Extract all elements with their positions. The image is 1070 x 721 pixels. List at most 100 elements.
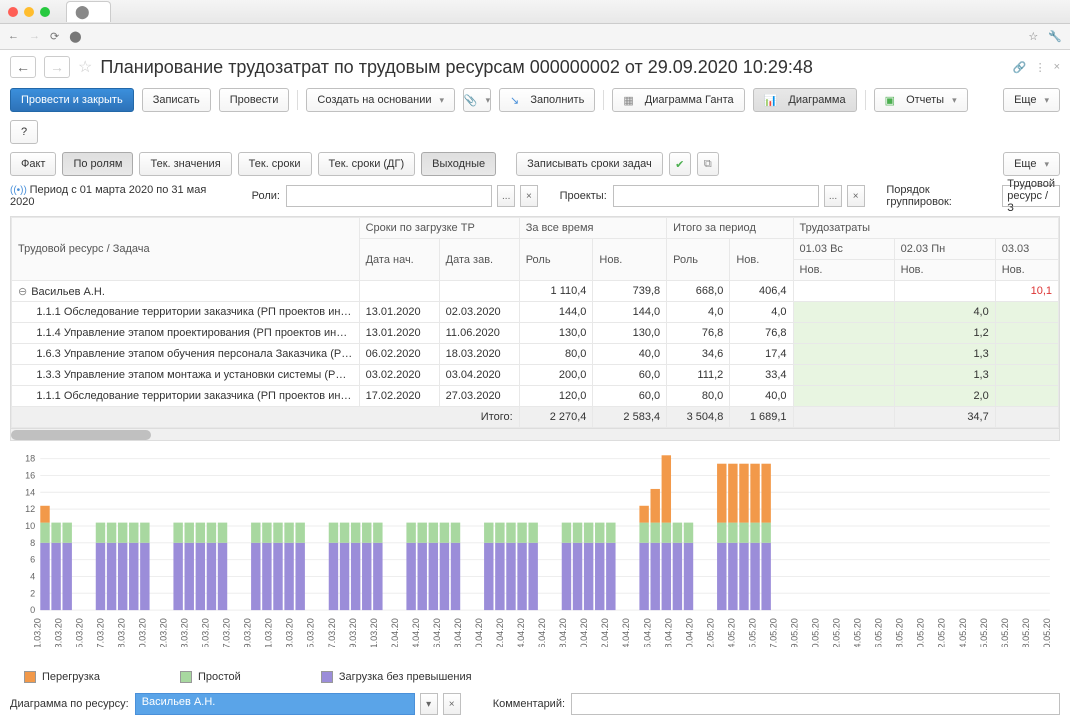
total-role-all: 2 270,4 — [519, 407, 593, 428]
table-row[interactable]: 1.1.1 Обследование территории заказчика … — [12, 386, 1059, 407]
nav-back-button[interactable]: ← — [10, 56, 36, 78]
total-row: Итого: 2 270,4 2 583,4 3 504,8 1 689,1 3… — [12, 407, 1059, 428]
svg-text:4: 4 — [30, 571, 35, 581]
help-button[interactable]: ? — [10, 120, 38, 144]
svg-text:14: 14 — [25, 487, 35, 497]
write-task-dates-button[interactable]: Записывать сроки задач — [516, 152, 663, 176]
create-based-button[interactable]: Создать на основании — [306, 88, 455, 112]
nav-forward-button: → — [44, 56, 70, 78]
col-d3-new[interactable]: Нов. — [995, 260, 1058, 281]
minimize-window-icon[interactable] — [24, 7, 34, 17]
link-icon[interactable]: 🔗 — [1013, 61, 1027, 74]
svg-text:17.03.20: 17.03.20 — [222, 618, 232, 647]
svg-text:28.04.20: 28.04.20 — [663, 618, 673, 647]
more-button-2[interactable]: Еще — [1003, 152, 1060, 176]
projects-clear-button[interactable]: × — [847, 185, 865, 207]
col-new-p[interactable]: Нов. — [730, 239, 793, 281]
more-button[interactable]: Еще — [1003, 88, 1060, 112]
data-table: Трудовой ресурс / Задача Сроки по загруз… — [10, 216, 1060, 429]
table-row[interactable]: 1.1.1 Обследование территории заказчика … — [12, 302, 1059, 323]
options-icon[interactable]: ⋮ — [1035, 61, 1046, 74]
svg-text:26.04.20: 26.04.20 — [642, 618, 652, 647]
maximize-window-icon[interactable] — [40, 7, 50, 17]
resource-dropdown-button[interactable]: ▾ — [420, 693, 438, 715]
comment-input[interactable] — [571, 693, 1060, 715]
svg-text:22.05.20: 22.05.20 — [937, 618, 947, 647]
svg-text:2: 2 — [30, 588, 35, 598]
table-row[interactable]: 1.3.3 Управление этапом монтажа и устано… — [12, 365, 1059, 386]
close-icon[interactable]: × — [1054, 61, 1060, 74]
svg-text:05.05.20: 05.05.20 — [747, 618, 757, 647]
col-d2[interactable]: 02.03 Пн — [894, 239, 995, 260]
grouping-value: Трудовой ресурс / З — [1007, 178, 1055, 214]
attach-button[interactable]: 📎 — [463, 88, 491, 112]
back-icon[interactable]: ← — [8, 30, 19, 43]
col-start[interactable]: Дата нач. — [359, 239, 439, 281]
process-button[interactable]: Провести — [219, 88, 290, 112]
svg-text:22.04.20: 22.04.20 — [600, 618, 610, 647]
col-role-p[interactable]: Роль — [667, 239, 730, 281]
svg-text:0: 0 — [30, 605, 35, 615]
resource-input[interactable]: Васильев А.Н. — [135, 693, 415, 715]
check-button[interactable]: ✔ — [669, 152, 691, 176]
roles-select-button[interactable]: ... — [497, 185, 515, 207]
reports-label: Отчеты — [906, 94, 944, 106]
col-role-all[interactable]: Роль — [519, 239, 593, 281]
roles-clear-button[interactable]: × — [520, 185, 538, 207]
grouping-select[interactable]: Трудовой ресурс / З — [1002, 185, 1060, 207]
chart: 02468101214161801.03.2003.03.2005.03.200… — [10, 447, 1060, 667]
tab-weekends[interactable]: Выходные — [421, 152, 496, 176]
col-d1-new[interactable]: Нов. — [793, 260, 894, 281]
col-d2-new[interactable]: Нов. — [894, 260, 995, 281]
col-labor[interactable]: Трудозатраты — [793, 218, 1058, 239]
period-filter[interactable]: Период с 01 марта 2020 по 31 мая 2020 — [10, 184, 230, 208]
resource-clear-button[interactable]: × — [443, 693, 461, 715]
roles-label: Роли: — [252, 190, 280, 202]
col-dates[interactable]: Сроки по загрузке ТР — [359, 218, 519, 239]
scroll-thumb[interactable] — [11, 430, 151, 440]
star-icon[interactable]: ☆ — [1028, 30, 1038, 43]
svg-text:12: 12 — [25, 504, 35, 514]
window-controls[interactable] — [8, 7, 50, 17]
browser-tab[interactable]: ⬤ — [66, 1, 111, 22]
col-d3[interactable]: 03.03 — [995, 239, 1058, 260]
col-alltime[interactable]: За все время — [519, 218, 666, 239]
write-button[interactable]: Записать — [142, 88, 211, 112]
col-end[interactable]: Дата зав. — [439, 239, 519, 281]
close-window-icon[interactable] — [8, 7, 18, 17]
tab-cur-dates-dg[interactable]: Тек. сроки (ДГ) — [318, 152, 416, 176]
table-row[interactable]: 1.6.3 Управление этапом обучения персона… — [12, 344, 1059, 365]
table-row[interactable]: 1.1.4 Управление этапом проектирования (… — [12, 323, 1059, 344]
reload-icon[interactable]: ⟳ — [50, 30, 59, 43]
wrench-icon[interactable]: 🔧 — [1048, 30, 1062, 43]
horizontal-scrollbar[interactable] — [10, 429, 1060, 441]
table-row[interactable]: ⊖Васильев А.Н. 1 110,4739,8 668,0406,4 1… — [12, 281, 1059, 302]
fill-button[interactable]: ↘ Заполнить — [499, 88, 595, 112]
col-d1[interactable]: 01.03 Вс — [793, 239, 894, 260]
svg-text:08.03.20: 08.03.20 — [116, 618, 126, 647]
svg-text:27.03.20: 27.03.20 — [327, 618, 337, 647]
tab-cur-dates[interactable]: Тек. сроки — [238, 152, 312, 176]
globe-icon: ⬤ — [69, 30, 81, 43]
tab-fact[interactable]: Факт — [10, 152, 56, 176]
col-resource[interactable]: Трудовой ресурс / Задача — [12, 218, 360, 281]
roles-input[interactable] — [286, 185, 492, 207]
reports-button[interactable]: ▣ Отчеты — [874, 88, 968, 112]
process-close-button[interactable]: Провести и закрыть — [10, 88, 134, 112]
forward-icon: → — [29, 30, 40, 43]
svg-text:24.05.20: 24.05.20 — [958, 618, 968, 647]
gantt-button[interactable]: ▦ Диаграмма Ганта — [612, 88, 744, 112]
projects-input[interactable] — [613, 185, 819, 207]
col-period[interactable]: Итого за период — [667, 218, 793, 239]
projects-select-button[interactable]: ... — [824, 185, 842, 207]
svg-text:18.05.20: 18.05.20 — [895, 618, 905, 647]
diagram-button[interactable]: 📊 Диаграмма — [753, 88, 857, 112]
favorite-icon[interactable]: ☆ — [78, 57, 92, 77]
svg-text:15.03.20: 15.03.20 — [201, 618, 211, 647]
total-role-p: 3 504,8 — [667, 407, 730, 428]
copy-button[interactable]: ⧉ — [697, 152, 719, 176]
col-new-all[interactable]: Нов. — [593, 239, 667, 281]
tab-cur-values[interactable]: Тек. значения — [139, 152, 231, 176]
tab-by-roles[interactable]: По ролям — [62, 152, 133, 176]
svg-text:6: 6 — [30, 555, 35, 565]
